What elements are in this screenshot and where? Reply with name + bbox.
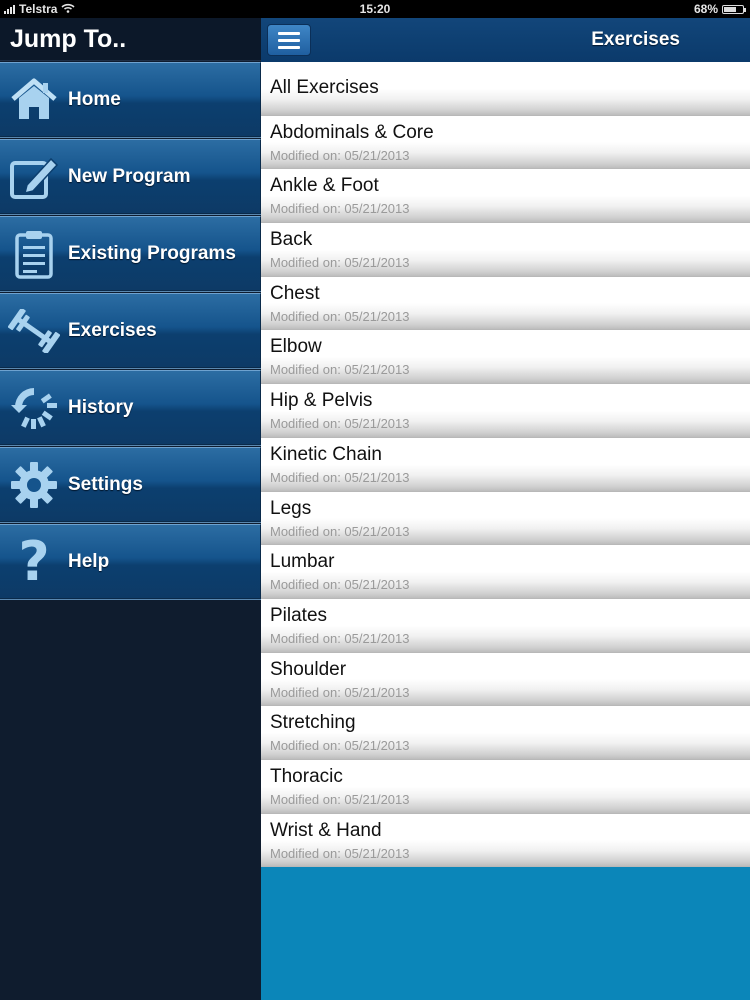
- main-content: Exercises All Exercises Abdominals & Cor…: [261, 18, 750, 1000]
- list-item-modified: Modified on: 05/21/2013: [270, 684, 410, 700]
- list-item-modified: Modified on: 05/21/2013: [270, 416, 410, 432]
- status-bar: Telstra 15:20 68%: [0, 0, 750, 18]
- list-item-title: Chest: [270, 282, 320, 304]
- menu-button[interactable]: [267, 24, 311, 56]
- question-icon: ?: [18, 529, 50, 593]
- list-item-title: Lumbar: [270, 551, 335, 573]
- list-item-modified: Modified on: 05/21/2013: [270, 201, 410, 217]
- list-item[interactable]: Shoulder Modified on: 05/21/2013: [261, 652, 750, 707]
- list-item-modified: Modified on: 05/21/2013: [270, 845, 410, 861]
- dumbbell-icon: [8, 305, 60, 357]
- clipboard-icon: [8, 228, 60, 280]
- hamburger-icon: [278, 31, 300, 49]
- list-item[interactable]: Kinetic Chain Modified on: 05/21/2013: [261, 437, 750, 492]
- sidebar-item-new-program[interactable]: New Program: [0, 139, 261, 214]
- list-item-modified: Modified on: 05/21/2013: [270, 523, 410, 539]
- sidebar-item-help[interactable]: ? Help: [0, 524, 261, 599]
- list-item-title: Back: [270, 229, 313, 251]
- list-item[interactable]: Elbow Modified on: 05/21/2013: [261, 330, 750, 385]
- list-item-title: Legs: [270, 497, 312, 519]
- sidebar-item-exercises[interactable]: Exercises: [0, 293, 261, 368]
- list-item-modified: Modified on: 05/21/2013: [270, 308, 410, 324]
- list-item-title: Ankle & Foot: [270, 175, 379, 197]
- list-item[interactable]: Thoracic Modified on: 05/21/2013: [261, 759, 750, 814]
- sidebar-item-existing-programs[interactable]: Existing Programs: [0, 216, 261, 291]
- list-item[interactable]: Stretching Modified on: 05/21/2013: [261, 706, 750, 760]
- list-item-title: Hip & Pelvis: [270, 390, 373, 412]
- list-item[interactable]: Abdominals & Core Modified on: 05/21/2013: [261, 115, 750, 170]
- list-item-title: Elbow: [270, 336, 322, 358]
- list-item[interactable]: Lumbar Modified on: 05/21/2013: [261, 545, 750, 599]
- status-time: 15:20: [359, 2, 391, 16]
- list-item-modified: Modified on: 05/21/2013: [270, 362, 410, 378]
- sidebar-title: Jump To..: [0, 18, 261, 61]
- list-item-title: All Exercises: [270, 77, 379, 98]
- gear-icon: [8, 459, 60, 511]
- list-item-title: Thoracic: [270, 765, 343, 787]
- sidebar-item-label: New Program: [68, 165, 191, 187]
- sidebar-item-label: Existing Programs: [68, 242, 236, 264]
- battery-icon: [722, 4, 746, 14]
- list-item-title: Wrist & Hand: [270, 819, 382, 841]
- list-item[interactable]: Wrist & Hand Modified on: 05/21/2013: [261, 813, 750, 868]
- list-item[interactable]: Back Modified on: 05/21/2013: [261, 223, 750, 277]
- list-item-title: Abdominals & Core: [270, 121, 434, 143]
- list-item[interactable]: Legs Modified on: 05/21/2013: [261, 491, 750, 546]
- exercise-list: All Exercises Abdominals & Core Modified …: [261, 62, 750, 868]
- status-right: 68%: [693, 2, 746, 16]
- sidebar-item-label: Help: [68, 550, 110, 572]
- list-item-modified: Modified on: 05/21/2013: [270, 577, 410, 593]
- list-item-title: Stretching: [270, 712, 356, 734]
- top-bar: Exercises: [261, 18, 750, 63]
- sidebar-item-label: History: [68, 396, 134, 418]
- battery-percent: 68%: [693, 2, 718, 16]
- list-item-modified: Modified on: 05/21/2013: [270, 738, 410, 754]
- sidebar-item-history[interactable]: History: [0, 370, 261, 445]
- sidebar-item-home[interactable]: Home: [0, 62, 261, 137]
- list-item-all-exercises[interactable]: All Exercises: [261, 62, 750, 116]
- list-item[interactable]: Ankle & Foot Modified on: 05/21/2013: [261, 169, 750, 224]
- battery-fill: [724, 6, 737, 12]
- list-item-modified: Modified on: 05/21/2013: [270, 630, 410, 646]
- sidebar-item-label: Settings: [68, 473, 143, 495]
- history-icon: [8, 382, 60, 434]
- sidebar-item-label: Home: [68, 88, 121, 110]
- edit-icon: [8, 151, 60, 203]
- list-item[interactable]: Hip & Pelvis Modified on: 05/21/2013: [261, 384, 750, 438]
- list-item-modified: Modified on: 05/21/2013: [270, 791, 410, 807]
- sidebar-item-label: Exercises: [68, 319, 157, 341]
- list-item-title: Shoulder: [270, 658, 347, 680]
- sidebar-item-settings[interactable]: Settings: [0, 447, 261, 522]
- list-item-title: Pilates: [270, 604, 328, 626]
- list-item-title: Kinetic Chain: [270, 443, 382, 465]
- list-item-modified: Modified on: 05/21/2013: [270, 147, 410, 163]
- sidebar: Jump To.. Home New Program Existing Prog…: [0, 18, 261, 1000]
- page-title: Exercises: [591, 29, 680, 50]
- list-item-modified: Modified on: 05/21/2013: [270, 469, 410, 485]
- home-icon: [8, 74, 60, 126]
- list-item[interactable]: Pilates Modified on: 05/21/2013: [261, 598, 750, 653]
- list-item-modified: Modified on: 05/21/2013: [270, 255, 410, 271]
- list-item[interactable]: Chest Modified on: 05/21/2013: [261, 276, 750, 331]
